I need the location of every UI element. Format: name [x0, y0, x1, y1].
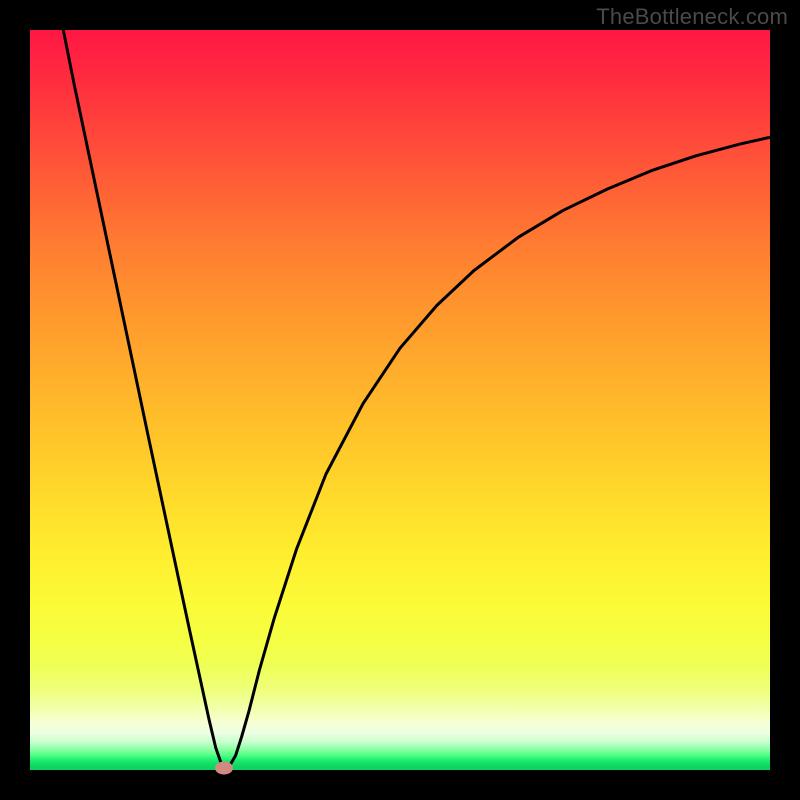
plot-area — [30, 30, 770, 770]
minimum-marker — [215, 761, 233, 774]
curve-svg — [30, 30, 770, 770]
chart-frame: TheBottleneck.com — [0, 0, 800, 800]
watermark-text: TheBottleneck.com — [596, 4, 788, 30]
bottleneck-curve-path — [63, 30, 770, 768]
